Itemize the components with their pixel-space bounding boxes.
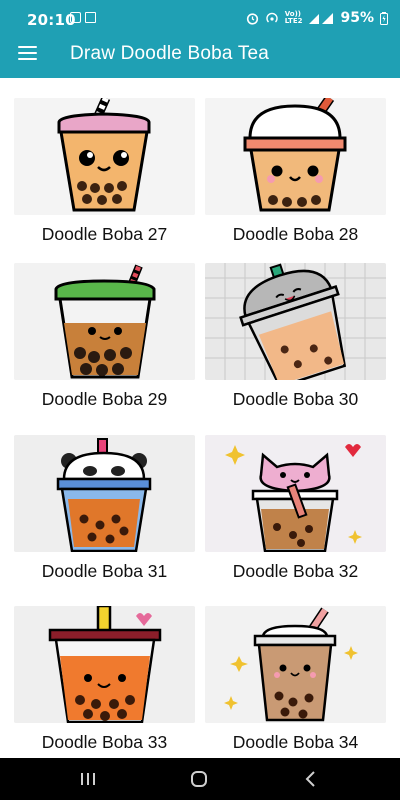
grid-item-boba-31[interactable]: Doodle Boba 31 <box>14 435 195 581</box>
network-line-2: LTE2 <box>284 17 303 25</box>
app-bar: Draw Doodle Boba Tea <box>0 30 400 78</box>
battery-level: 95% <box>340 10 374 26</box>
boba-drawing-image <box>205 98 386 215</box>
apps-icon <box>85 12 96 23</box>
boba-drawing-image <box>205 263 386 380</box>
boba-33-thumbnail <box>14 606 195 723</box>
boba-31-thumbnail <box>14 435 195 552</box>
grid-item-boba-32[interactable]: Doodle Boba 32 <box>205 435 386 581</box>
boba-27-label: Doodle Boba 27 <box>41 224 168 244</box>
alarm-icon <box>246 12 258 25</box>
boba-34-label: Doodle Boba 34 <box>232 732 359 752</box>
status-time: 20:10 <box>27 11 76 29</box>
boba-31-label: Doodle Boba 31 <box>41 561 168 581</box>
signal-icon <box>309 13 334 24</box>
boba-28-label: Doodle Boba 28 <box>232 224 359 244</box>
home-icon[interactable] <box>190 770 208 788</box>
boba-28-thumbnail <box>205 98 386 215</box>
network-type: Vo)) LTE2 <box>285 11 303 25</box>
grid-item-boba-33[interactable]: Doodle Boba 33 <box>14 606 195 752</box>
grid-item-boba-29[interactable]: Doodle Boba 29 <box>14 263 195 409</box>
boba-30-thumbnail <box>205 263 386 380</box>
drawing-grid: Doodle Boba 27 Doodle Boba 28 Doodle Bob… <box>0 78 400 758</box>
boba-drawing-image <box>14 263 195 380</box>
boba-drawing-image <box>14 606 195 723</box>
battery-icon <box>380 11 388 25</box>
grid-item-boba-34[interactable]: Doodle Boba 34 <box>205 606 386 752</box>
boba-drawing-image <box>14 435 195 552</box>
hamburger-menu-icon[interactable] <box>18 46 37 60</box>
boba-30-label: Doodle Boba 30 <box>232 389 359 409</box>
boba-32-thumbnail <box>205 435 386 552</box>
boba-33-label: Doodle Boba 33 <box>41 732 168 752</box>
boba-drawing-image <box>14 98 195 215</box>
boba-29-thumbnail <box>14 263 195 380</box>
boba-29-label: Doodle Boba 29 <box>41 389 168 409</box>
app-title: Draw Doodle Boba Tea <box>70 43 270 64</box>
boba-34-thumbnail <box>205 606 386 723</box>
boba-drawing-image <box>205 435 386 552</box>
status-right: Vo)) LTE2 95% <box>246 10 388 26</box>
grid-item-boba-30[interactable]: Doodle Boba 30 <box>205 263 386 409</box>
gallery-icon <box>70 12 81 23</box>
hotspot-icon <box>266 12 278 22</box>
notification-icons <box>70 12 96 23</box>
system-nav-bar <box>0 758 400 800</box>
grid-item-boba-27[interactable]: Doodle Boba 27 <box>14 98 195 244</box>
back-icon[interactable] <box>304 770 318 788</box>
recents-icon[interactable] <box>80 770 96 788</box>
boba-27-thumbnail <box>14 98 195 215</box>
grid-item-boba-28[interactable]: Doodle Boba 28 <box>205 98 386 244</box>
boba-drawing-image <box>205 606 386 723</box>
boba-32-label: Doodle Boba 32 <box>232 561 359 581</box>
